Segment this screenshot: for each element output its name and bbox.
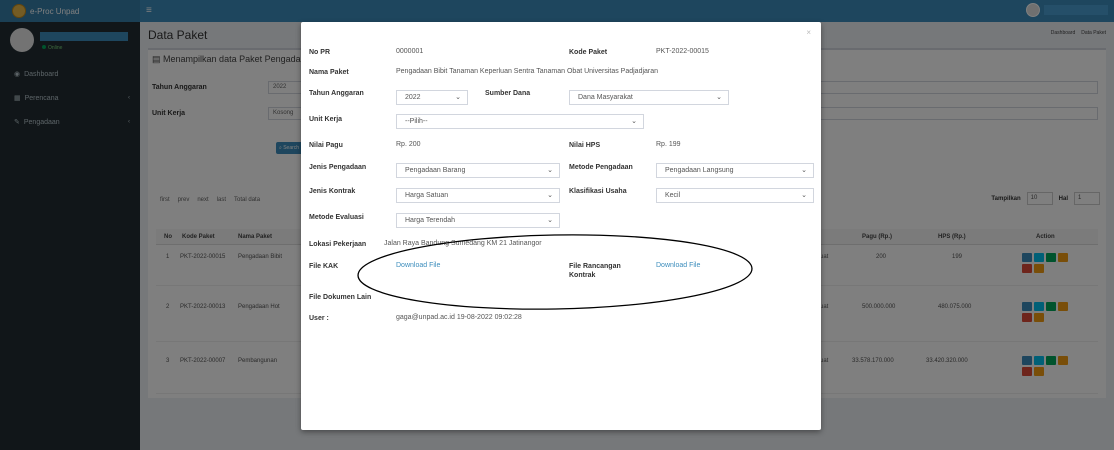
- kode-paket-value: PKT-2022-00015: [656, 48, 709, 55]
- jenis-kontrak-label: Jenis Kontrak: [309, 188, 356, 195]
- klasifikasi-usaha-label: Klasifikasi Usaha: [569, 188, 627, 195]
- download-rancangan-link[interactable]: Download File: [656, 262, 700, 269]
- chevron-down-icon: ⌄: [631, 118, 637, 125]
- no-pr-value: 0000001: [396, 48, 424, 55]
- file-dokumen-lain-label: File Dokumen Lain: [309, 294, 372, 301]
- detail-paket-modal: × No PR 0000001 Kode Paket PKT-2022-0001…: [301, 22, 821, 430]
- jenis-pengadaan-label: Jenis Pengadaan: [309, 164, 367, 171]
- nama-paket-label: Nama Paket: [309, 69, 349, 76]
- lokasi-pekerjaan-label: Lokasi Pekerjaan: [309, 241, 367, 248]
- klasifikasi-usaha-select[interactable]: Kecil ⌄: [656, 188, 814, 203]
- tahun-anggaran-select[interactable]: 2022 ⌄: [396, 90, 468, 105]
- metode-evaluasi-label: Metode Evaluasi: [309, 214, 364, 221]
- unit-kerja-select[interactable]: --Pilih-- ⌄: [396, 114, 644, 129]
- chevron-down-icon: ⌄: [547, 192, 553, 199]
- chevron-down-icon: ⌄: [547, 217, 553, 224]
- chevron-down-icon: ⌄: [455, 94, 461, 101]
- jenis-kontrak-select[interactable]: Harga Satuan ⌄: [396, 188, 560, 203]
- file-kak-label: File KAK: [309, 263, 339, 270]
- sumber-dana-label: Sumber Dana: [485, 90, 531, 97]
- metode-pengadaan-label: Metode Pengadaan: [569, 164, 633, 171]
- chevron-down-icon: ⌄: [547, 167, 553, 174]
- close-icon[interactable]: ×: [806, 28, 811, 37]
- user-label: User :: [309, 315, 329, 322]
- nilai-hps-label: Nilai HPS: [569, 142, 601, 149]
- metode-evaluasi-select[interactable]: Harga Terendah ⌄: [396, 213, 560, 228]
- chevron-down-icon: ⌄: [801, 167, 807, 174]
- user-value: gaga@unpad.ac.id 19-08-2022 09:02:28: [396, 314, 522, 321]
- sumber-dana-select[interactable]: Dana Masyarakat ⌄: [569, 90, 729, 105]
- chevron-down-icon: ⌄: [801, 192, 807, 199]
- nama-paket-value: Pengadaan Bibit Tanaman Keperluan Sentra…: [396, 68, 659, 75]
- no-pr-label: No PR: [309, 49, 330, 56]
- tahun-anggaran-label: Tahun Anggaran: [309, 90, 364, 97]
- download-kak-link[interactable]: Download File: [396, 262, 440, 269]
- chevron-down-icon: ⌄: [716, 94, 722, 101]
- nilai-pagu-value: Rp. 200: [396, 141, 421, 148]
- kode-paket-label: Kode Paket: [569, 49, 608, 56]
- metode-pengadaan-select[interactable]: Pengadaan Langsung ⌄: [656, 163, 814, 178]
- jenis-pengadaan-select[interactable]: Pengadaan Barang ⌄: [396, 163, 560, 178]
- nilai-hps-value: Rp. 199: [656, 141, 681, 148]
- file-rancangan-kontrak-label: File Rancangan Kontrak: [569, 263, 621, 279]
- lokasi-pekerjaan-value: Jalan Raya Bandung Sumedang KM 21 Jatina…: [384, 240, 542, 247]
- unit-kerja-label: Unit Kerja: [309, 116, 343, 123]
- nilai-pagu-label: Nilai Pagu: [309, 142, 343, 149]
